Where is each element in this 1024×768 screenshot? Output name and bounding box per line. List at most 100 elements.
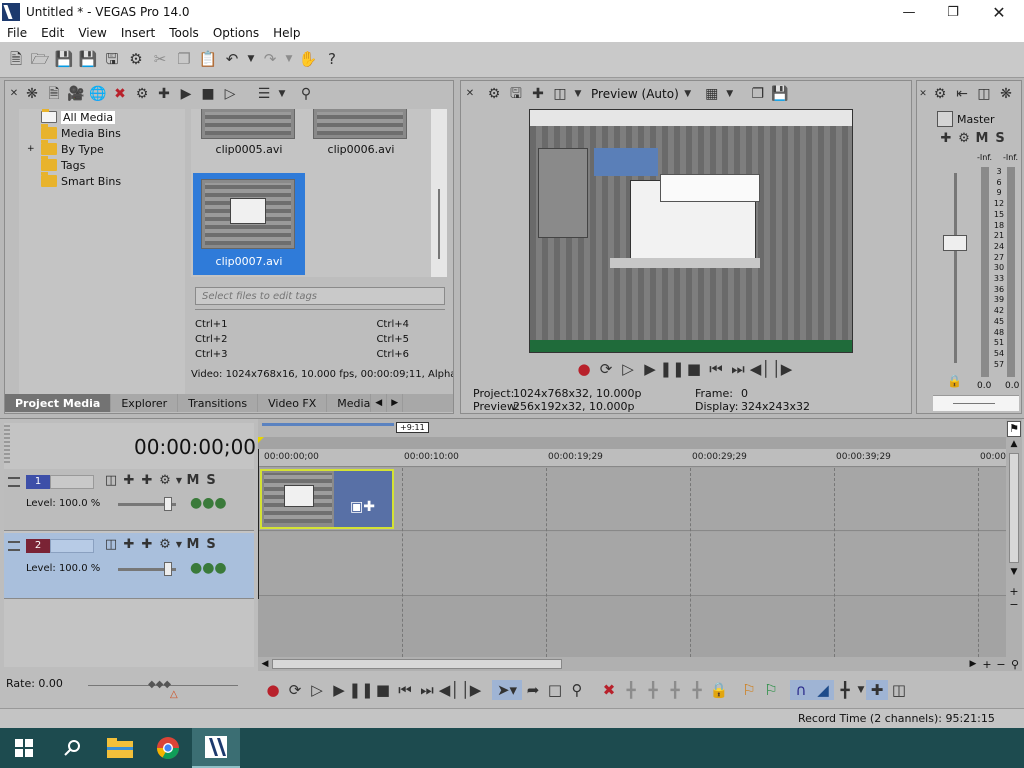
envelope-tool-icon[interactable]: ➦ [522, 680, 544, 700]
tab-media-generators[interactable]: Media G [327, 394, 372, 412]
insert-marker-icon[interactable]: ⚐ [738, 680, 760, 700]
tree-item-all-media[interactable]: All Media [19, 109, 185, 125]
menu-edit[interactable]: Edit [34, 26, 71, 40]
master-pan-slider[interactable] [933, 395, 1019, 411]
dim-output-icon[interactable]: ◫ [975, 84, 993, 104]
track-2-solo-button[interactable]: S [202, 537, 220, 552]
minimize-button[interactable]: — [886, 0, 932, 24]
track-motion-icon[interactable]: ◫ [102, 473, 120, 488]
trim-icon[interactable]: ╋ [620, 680, 642, 700]
loop-playback-icon[interactable]: ⟳ [595, 359, 617, 379]
overlays-dropdown-icon[interactable]: ▼ [725, 84, 735, 104]
media-clip[interactable]: clip0005.avi [197, 109, 301, 161]
tab-transitions[interactable]: Transitions [178, 394, 259, 412]
split-icon[interactable]: ╋ [686, 680, 708, 700]
split-dropdown-icon[interactable]: ▼ [573, 84, 583, 104]
copy-icon[interactable]: ❐ [174, 50, 194, 70]
play-icon[interactable]: ▶ [328, 680, 350, 700]
menu-help[interactable]: Help [266, 26, 307, 40]
stop-icon[interactable]: ■ [683, 359, 705, 379]
timeline-vertical-scroll[interactable]: ⚑ ▲ ▼ + − [1006, 419, 1022, 667]
render-as-icon[interactable]: 🖫 [102, 50, 122, 70]
timeline-lanes[interactable]: +9:11 00:00:00;00 00:00:10:00 00:00:19;2… [258, 419, 1008, 667]
next-frame-icon[interactable]: │▶ [771, 359, 793, 379]
panel-close-icon[interactable]: ✕ [465, 84, 475, 104]
previous-frame-icon[interactable]: ◀│ [438, 680, 460, 700]
vertical-scroll-thumb[interactable] [1009, 453, 1019, 563]
properties-icon[interactable]: ⚙ [126, 50, 146, 70]
tree-item-tags[interactable]: Tags [19, 156, 185, 173]
selection-tool-icon[interactable]: □ [544, 680, 566, 700]
tree-item-by-type[interactable]: + By Type [19, 140, 185, 157]
ignore-grouping-icon[interactable]: ◫ [888, 680, 910, 700]
close-button[interactable]: ✕ [976, 0, 1022, 24]
record-icon[interactable]: ● [262, 680, 284, 700]
zoom-tool-icon[interactable]: ⚲ [1008, 658, 1022, 671]
bus-fx-icon[interactable]: ✚ [937, 131, 955, 146]
cut-icon[interactable]: ✂ [150, 50, 170, 70]
tabs-scroll-left-icon[interactable]: ◀ [371, 394, 388, 412]
timecode-display[interactable]: 00:00:00;00 [134, 435, 256, 459]
media-fx-icon[interactable]: ⚙ [133, 84, 151, 104]
video-output-fx-icon[interactable]: ✚ [529, 84, 547, 104]
menu-view[interactable]: View [71, 26, 113, 40]
undo-dropdown-icon[interactable]: ▼ [246, 50, 256, 70]
paste-icon[interactable]: 📋 [198, 50, 218, 70]
track-1-mute-button[interactable]: M [184, 473, 202, 488]
stop-preview-icon[interactable]: ■ [199, 84, 217, 104]
media-generator-icon[interactable]: ✚ [155, 84, 173, 104]
track-2-lane[interactable] [258, 532, 1008, 596]
track-minimize-icon[interactable] [8, 541, 20, 551]
maximize-button[interactable]: ❐ [930, 0, 976, 24]
preview-properties-icon[interactable]: ⚙ [485, 84, 503, 104]
lock-icon[interactable]: 🔒 [947, 374, 962, 388]
trim-end-icon[interactable]: ╋ [664, 680, 686, 700]
tab-project-media[interactable]: Project Media [5, 394, 112, 412]
auto-preview-icon[interactable]: ▶ [177, 84, 195, 104]
menu-tools[interactable]: Tools [162, 26, 206, 40]
file-explorer-taskbar-button[interactable] [96, 728, 144, 768]
media-bins-icon[interactable]: ❋ [23, 84, 41, 104]
search-taskbar-button[interactable] [48, 728, 96, 768]
horizontal-scroll-thumb[interactable] [272, 659, 562, 669]
new-project-icon[interactable]: 🗎 [6, 50, 26, 70]
loop-region-tag[interactable]: +9:11 [396, 422, 429, 433]
save-snapshot-icon[interactable]: 💾 [771, 84, 789, 104]
play-from-start-icon[interactable]: ▷ [617, 359, 639, 379]
video-track-2[interactable]: 2 ◫ ✚ ✚ ⚙ ▼ M S Level: 100.0 % ●●● [4, 533, 254, 599]
preview-quality-select[interactable]: Preview (Auto) [591, 87, 679, 101]
previous-frame-icon[interactable]: ◀│ [749, 359, 771, 379]
next-frame-icon[interactable]: │▶ [460, 680, 482, 700]
crop-icon[interactable]: ▣✚ [350, 499, 375, 515]
views-icon[interactable]: ☰ [255, 84, 273, 104]
start-button[interactable] [0, 728, 48, 768]
open-icon[interactable]: 🗁 [30, 50, 50, 70]
track-gear-icon[interactable]: ⚙ [156, 473, 174, 488]
master-menu-icon[interactable]: ❋ [997, 84, 1015, 104]
timeline-horizontal-scroll[interactable]: ◀ ▶ + − ⚲ [258, 657, 1022, 671]
split-screen-icon[interactable]: ◫ [551, 84, 569, 104]
composite-mode-icon[interactable]: ✚ [138, 537, 156, 552]
record-icon[interactable]: ● [573, 359, 595, 379]
tree-item-smart-bins[interactable]: Smart Bins [19, 172, 185, 189]
get-media-web-icon[interactable]: 🌐 [89, 84, 107, 104]
play-from-start-icon[interactable]: ▷ [306, 680, 328, 700]
loop-playback-icon[interactable]: ⟳ [284, 680, 306, 700]
panel-close-icon[interactable]: ✕ [9, 84, 19, 104]
track-level-slider[interactable] [118, 562, 176, 576]
scroll-down-icon[interactable]: ▼ [1006, 567, 1022, 577]
vegas-taskbar-button[interactable] [192, 728, 240, 768]
track-minimize-icon[interactable] [8, 477, 20, 487]
tabs-scroll-right-icon[interactable]: ▶ [387, 394, 404, 412]
track-2-mute-button[interactable]: M [184, 537, 202, 552]
clip-event[interactable]: ▣✚ [260, 469, 394, 529]
overlays-icon[interactable]: ▦ [703, 84, 721, 104]
track-1-solo-button[interactable]: S [202, 473, 220, 488]
ripple-dropdown-icon[interactable]: ▼ [856, 680, 866, 700]
track-dropdown-icon[interactable]: ▼ [174, 476, 184, 485]
menu-file[interactable]: File [0, 26, 34, 40]
tree-item-media-bins[interactable]: Media Bins [19, 124, 185, 141]
copy-snapshot-icon[interactable]: ❐ [749, 84, 767, 104]
master-fader-knob[interactable] [943, 235, 967, 251]
go-to-end-icon[interactable]: ⏭ [416, 680, 438, 700]
